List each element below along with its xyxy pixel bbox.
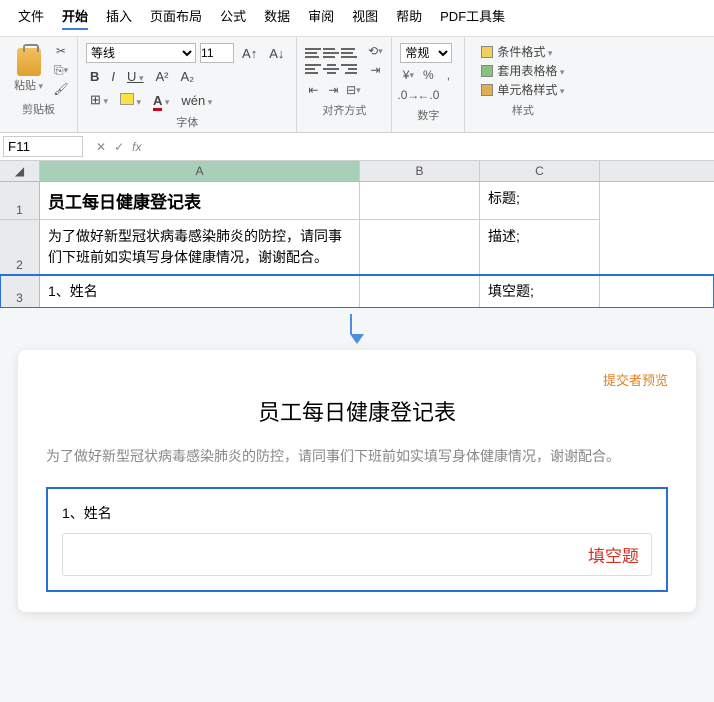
menu-bar: 文件 开始 插入 页面布局 公式 数据 审阅 视图 帮助 PDF工具集 [0, 0, 714, 37]
question-box[interactable]: 1、姓名 填空题 [46, 487, 668, 592]
paste-button[interactable]: 粘贴 [8, 46, 49, 95]
cell-a2[interactable]: 为了做好新型冠状病毒感染肺炎的防控，请同事们下班前如实填写身体健康情况，谢谢配合… [40, 220, 360, 275]
merge-cells-icon[interactable]: ⊟ [345, 82, 361, 98]
align-center-icon[interactable] [323, 62, 339, 76]
cell-b3[interactable] [360, 275, 480, 308]
fx-icon[interactable]: fx [132, 140, 141, 154]
group-styles: 条件格式 套用表格格 单元格样式 样式 [465, 37, 580, 132]
align-top-icon[interactable] [305, 46, 321, 60]
cell-a3[interactable]: 1、姓名 [40, 275, 360, 308]
wrap-text-icon[interactable]: ⇥ [367, 62, 383, 78]
italic-button[interactable]: I [107, 67, 119, 86]
comma-icon[interactable]: , [440, 67, 456, 83]
col-header-b[interactable]: B [360, 161, 480, 181]
format-painter-icon[interactable]: 🖌 [53, 81, 69, 97]
cell-b1[interactable] [360, 182, 480, 220]
group-label-styles: 样式 [473, 102, 572, 118]
align-bottom-icon[interactable] [341, 46, 357, 60]
font-color-button[interactable]: A [149, 91, 173, 110]
menu-home[interactable]: 开始 [62, 6, 88, 30]
currency-icon[interactable]: ¥ [400, 67, 416, 83]
cell-c3[interactable]: 填空题; [480, 275, 600, 308]
question-label: 1、姓名 [62, 503, 652, 523]
cell-a1[interactable]: 员工每日健康登记表 [40, 182, 360, 220]
percent-icon[interactable]: % [420, 67, 436, 83]
decrease-indent-icon[interactable]: ⇤ [305, 82, 321, 98]
increase-decimal-icon[interactable]: .0→ [400, 87, 416, 103]
menu-data[interactable]: 数据 [264, 6, 290, 30]
menu-view[interactable]: 视图 [352, 6, 378, 30]
group-font: 等线 A↑ A↓ B I U A² A₂ ⊞ A wén 字体 [78, 37, 297, 132]
conditional-format-button[interactable]: 条件格式 [481, 43, 564, 60]
align-left-icon[interactable] [305, 62, 321, 76]
form-description: 为了做好新型冠状病毒感染肺炎的防控，请同事们下班前如实填写身体健康情况，谢谢配合… [46, 445, 668, 469]
decrease-decimal-icon[interactable]: ←.0 [420, 87, 436, 103]
underline-button[interactable]: U [123, 67, 147, 86]
align-right-icon[interactable] [341, 62, 357, 76]
cut-icon[interactable]: ✂ [53, 43, 69, 59]
group-alignment: ⟲ ⇥ ⇤ ⇥ ⊟ 对齐方式 [297, 37, 392, 132]
spreadsheet-grid: ◢ A B C 1 员工每日健康登记表 标题; 2 为了做好新型冠状病毒感染肺炎… [0, 161, 714, 308]
align-middle-icon[interactable] [323, 46, 339, 60]
row-header-1[interactable]: 1 [0, 182, 40, 220]
orientation-icon[interactable]: ⟲ [367, 43, 383, 59]
menu-layout[interactable]: 页面布局 [150, 6, 202, 30]
confirm-icon[interactable]: ✓ [114, 140, 124, 154]
group-label-align: 对齐方式 [305, 102, 383, 118]
cell-c1[interactable]: 标题; [480, 182, 600, 220]
form-preview-card: 提交者预览 员工每日健康登记表 为了做好新型冠状病毒感染肺炎的防控，请同事们下班… [18, 350, 696, 612]
row-header-2[interactable]: 2 [0, 220, 40, 275]
cell-styles-button[interactable]: 单元格样式 [481, 81, 564, 98]
superscript-button[interactable]: A² [151, 67, 172, 86]
form-title: 员工每日健康登记表 [46, 395, 668, 427]
group-number: 常规 ¥ % , .0→ ←.0 数字 [392, 37, 465, 132]
fill-color-button[interactable] [116, 91, 145, 110]
menu-help[interactable]: 帮助 [396, 6, 422, 30]
menu-insert[interactable]: 插入 [106, 6, 132, 30]
arrow-down-icon [0, 308, 714, 350]
ribbon: 粘贴 ✂ ⎘ 🖌 剪贴板 等线 A↑ A↓ B I U A² [0, 37, 714, 133]
menu-file[interactable]: 文件 [18, 6, 44, 30]
answer-input[interactable]: 填空题 [62, 533, 652, 576]
bold-button[interactable]: B [86, 67, 103, 86]
menu-review[interactable]: 审阅 [308, 6, 334, 30]
menu-formulas[interactable]: 公式 [220, 6, 246, 30]
group-label-clipboard: 剪贴板 [8, 101, 69, 117]
font-size-input[interactable] [200, 43, 234, 63]
col-header-c[interactable]: C [480, 161, 600, 181]
row-header-3[interactable]: 3 [0, 275, 40, 308]
decrease-font-icon[interactable]: A↓ [265, 44, 288, 63]
border-button[interactable]: ⊞ [86, 90, 112, 110]
format-table-button[interactable]: 套用表格格 [481, 62, 564, 79]
formula-bar: ✕ ✓ fx [0, 133, 714, 161]
menu-pdf[interactable]: PDF工具集 [440, 6, 505, 30]
cell-c2[interactable]: 描述; [480, 220, 600, 275]
increase-font-icon[interactable]: A↑ [238, 44, 261, 63]
number-format-select[interactable]: 常规 [400, 43, 452, 63]
group-label-number: 数字 [400, 107, 456, 123]
select-all-corner[interactable]: ◢ [0, 161, 40, 181]
copy-icon[interactable]: ⎘ [53, 62, 69, 78]
group-clipboard: 粘贴 ✂ ⎘ 🖌 剪贴板 [0, 37, 78, 132]
subscript-button[interactable]: A₂ [176, 67, 198, 86]
col-header-a[interactable]: A [40, 161, 360, 181]
group-label-font: 字体 [86, 114, 288, 130]
cancel-icon[interactable]: ✕ [96, 140, 106, 154]
submitter-preview-link[interactable]: 提交者预览 [46, 370, 668, 389]
question-type-tag: 填空题 [588, 542, 639, 567]
name-box[interactable] [3, 136, 83, 157]
increase-indent-icon[interactable]: ⇥ [325, 82, 341, 98]
font-name-select[interactable]: 等线 [86, 43, 196, 63]
phonetic-button[interactable]: wén [177, 91, 216, 110]
cell-b2[interactable] [360, 220, 480, 275]
